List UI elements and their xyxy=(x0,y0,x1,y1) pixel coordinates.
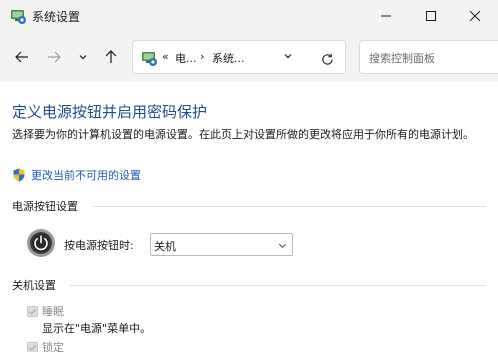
breadcrumb-item-power[interactable]: 电... xyxy=(175,50,197,66)
search-input[interactable] xyxy=(369,49,494,67)
control-panel-icon xyxy=(142,52,157,66)
sleep-checkbox-label: 睡眠 xyxy=(42,305,64,318)
up-button[interactable] xyxy=(99,45,123,69)
title-bar: 系统设置 xyxy=(0,0,498,32)
lock-checkbox[interactable] xyxy=(27,342,38,352)
address-dropdown-icon[interactable] xyxy=(283,51,293,61)
change-unavailable-settings-link[interactable]: 更改当前不可用的设置 xyxy=(31,167,141,183)
uac-shield-icon xyxy=(13,168,25,182)
power-button-action-label: 按电源按钮时: xyxy=(64,239,134,252)
back-button[interactable] xyxy=(10,45,34,69)
refresh-button[interactable] xyxy=(317,49,337,69)
search-box xyxy=(359,40,498,74)
checkmark-icon xyxy=(28,344,37,351)
control-panel-app-icon xyxy=(11,10,26,24)
forward-button[interactable] xyxy=(42,45,66,69)
navigation-bar: « 电... › 系统... xyxy=(0,32,498,82)
close-button[interactable] xyxy=(452,0,498,32)
lock-checkbox-label: 锁定 xyxy=(42,341,64,352)
shutdown-settings-header: 关机设置 xyxy=(12,279,56,292)
sleep-checkbox[interactable] xyxy=(27,306,38,317)
arrow-right-icon xyxy=(48,51,61,63)
window-title: 系统设置 xyxy=(32,10,81,24)
power-button-settings-header: 电源按钮设置 xyxy=(12,200,78,213)
sleep-description: 显示在"电源"菜单中。 xyxy=(42,322,152,335)
page-title: 定义电源按钮并启用密码保护 xyxy=(12,103,208,121)
arrow-up-icon xyxy=(105,50,117,63)
recent-locations-button[interactable] xyxy=(71,45,95,69)
page-description: 选择要为你的计算机设置的电源设置。在此页上对设置所做的更改将应用于你所有的电源计… xyxy=(12,128,474,141)
breadcrumb-overflow[interactable]: « xyxy=(162,50,169,63)
close-icon xyxy=(470,11,480,21)
chevron-down-icon xyxy=(79,55,87,60)
breadcrumb-item-system-settings[interactable]: 系统... xyxy=(212,50,245,66)
minimize-icon xyxy=(381,15,391,17)
chevron-down-icon xyxy=(278,243,287,249)
power-button-action-select[interactable]: 关机 xyxy=(150,233,293,256)
maximize-button[interactable] xyxy=(408,0,454,32)
content-area: 定义电源按钮并启用密码保护 选择要为你的计算机设置的电源设置。在此页上对设置所做… xyxy=(0,82,498,352)
power-button-action-value: 关机 xyxy=(154,240,176,253)
maximize-icon xyxy=(426,11,436,21)
breadcrumb-separator[interactable]: › xyxy=(200,50,204,63)
section-divider xyxy=(92,206,486,207)
minimize-button[interactable] xyxy=(363,0,409,32)
section-divider xyxy=(70,285,486,286)
checkmark-icon xyxy=(28,308,37,315)
refresh-icon xyxy=(321,53,333,65)
address-bar[interactable]: « 电... › 系统... xyxy=(132,40,346,74)
power-button-icon xyxy=(27,229,55,257)
arrow-left-icon xyxy=(15,51,28,63)
